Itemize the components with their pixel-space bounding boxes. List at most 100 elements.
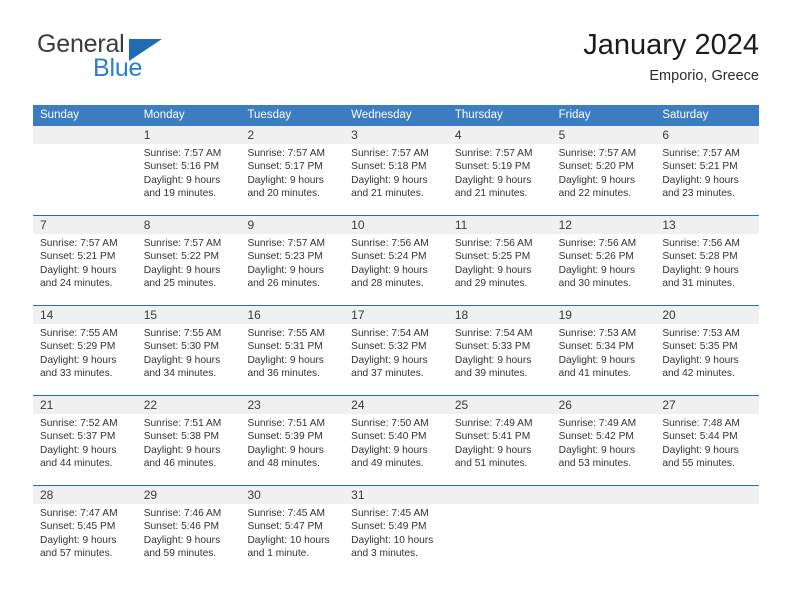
day-number: 19: [551, 306, 656, 324]
calendar-day-cell[interactable]: 31 Sunrise: 7:45 AM Sunset: 5:49 PM Dayligh…: [344, 486, 448, 575]
calendar-day-cell[interactable]: 19 Sunrise: 7:53 AM Sunset: 5:34 PM Dayligh…: [551, 306, 656, 395]
daylight-text-line2: and 21 minutes.: [454, 187, 528, 199]
day-number: [551, 486, 656, 504]
calendar-day-cell[interactable]: 18 Sunrise: 7:54 AM Sunset: 5:33 PM Dayligh…: [447, 306, 552, 395]
sunset-text: Sunset: 5:34 PM: [558, 341, 634, 353]
calendar-day-cell[interactable]: 25 Sunrise: 7:49 AM Sunset: 5:41 PM Dayligh…: [447, 396, 552, 485]
day-details: Sunrise: 7:57 AM Sunset: 5:16 PM Daylight:…: [137, 144, 241, 200]
day-number: 9: [240, 216, 345, 234]
day-details: Sunrise: 7:53 AM Sunset: 5:35 PM Daylight:…: [655, 324, 759, 380]
calendar-week-cells: 21 Sunrise: 7:52 AM Sunset: 5:37 PM Dayligh…: [33, 396, 760, 485]
sunrise-text: Sunrise: 7:56 AM: [558, 238, 637, 249]
calendar-day-cell[interactable]: 22 Sunrise: 7:51 AM Sunset: 5:38 PM Dayligh…: [136, 396, 241, 485]
day-number: [655, 486, 760, 504]
calendar-day-cell[interactable]: 3 Sunrise: 7:57 AM Sunset: 5:18 PM Daylight…: [344, 126, 448, 215]
daylight-text-line1: Daylight: 9 hours: [558, 174, 636, 186]
calendar-day-cell[interactable]: 14 Sunrise: 7:55 AM Sunset: 5:29 PM Dayligh…: [33, 306, 137, 395]
daylight-text-line1: Daylight: 9 hours: [662, 444, 739, 456]
sunset-text: Sunset: 5:21 PM: [40, 251, 116, 263]
calendar-page: General Blue January 2024 Emporio, Greec…: [0, 0, 792, 612]
calendar-day-cell[interactable]: 23 Sunrise: 7:51 AM Sunset: 5:39 PM Dayligh…: [240, 396, 345, 485]
sunrise-text: Sunrise: 7:57 AM: [40, 238, 118, 249]
calendar-weeks: 1 Sunrise: 7:57 AM Sunset: 5:16 PM Daylight…: [33, 126, 760, 575]
daylight-text-line1: Daylight: 9 hours: [558, 264, 636, 276]
day-details: Sunrise: 7:50 AM Sunset: 5:40 PM Daylight:…: [344, 414, 448, 470]
daylight-text-line2: and 48 minutes.: [247, 457, 320, 469]
calendar-day-cell[interactable]: 29 Sunrise: 7:46 AM Sunset: 5:46 PM Dayligh…: [136, 486, 241, 575]
calendar-day-cell[interactable]: 4 Sunrise: 7:57 AM Sunset: 5:19 PM Daylight…: [447, 126, 552, 215]
sunset-text: Sunset: 5:18 PM: [351, 161, 427, 173]
daylight-text-line2: and 20 minutes.: [247, 187, 320, 199]
calendar-week-cells: 1 Sunrise: 7:57 AM Sunset: 5:16 PM Daylight…: [33, 126, 760, 215]
calendar-day-cell[interactable]: 26 Sunrise: 7:49 AM Sunset: 5:42 PM Dayligh…: [551, 396, 656, 485]
sunrise-text: Sunrise: 7:45 AM: [247, 508, 326, 519]
daylight-text-line2: and 42 minutes.: [662, 367, 735, 379]
day-number: 25: [447, 396, 552, 414]
day-details: Sunrise: 7:49 AM Sunset: 5:42 PM Daylight:…: [552, 414, 656, 470]
sunrise-text: Sunrise: 7:54 AM: [351, 328, 429, 339]
calendar-day-cell[interactable]: 8 Sunrise: 7:57 AM Sunset: 5:22 PM Daylight…: [136, 216, 241, 305]
daylight-text-line1: Daylight: 9 hours: [247, 174, 324, 186]
daylight-text-line1: Daylight: 9 hours: [662, 264, 739, 276]
day-number: 24: [344, 396, 448, 414]
calendar-day-cell-empty: [33, 126, 137, 215]
daylight-text-line1: Daylight: 9 hours: [558, 354, 636, 366]
sunset-text: Sunset: 5:22 PM: [143, 251, 220, 263]
day-number: 7: [33, 216, 137, 234]
sunrise-text: Sunrise: 7:57 AM: [247, 148, 326, 159]
weekday-header-friday: Friday: [558, 109, 591, 121]
calendar-day-cell[interactable]: 10 Sunrise: 7:56 AM Sunset: 5:24 PM Dayligh…: [344, 216, 448, 305]
sunset-text: Sunset: 5:30 PM: [143, 341, 220, 353]
calendar-day-cell[interactable]: 17 Sunrise: 7:54 AM Sunset: 5:32 PM Dayligh…: [344, 306, 448, 395]
sunset-text: Sunset: 5:17 PM: [247, 161, 323, 173]
daylight-text-line1: Daylight: 9 hours: [143, 264, 221, 276]
sunrise-text: Sunrise: 7:49 AM: [454, 418, 533, 429]
sunset-text: Sunset: 5:24 PM: [351, 251, 427, 263]
sunrise-text: Sunrise: 7:50 AM: [351, 418, 429, 429]
calendar-grid: Sunday Monday Tuesday Wednesday Thursday Frid…: [33, 105, 760, 575]
sunrise-text: Sunrise: 7:55 AM: [247, 328, 326, 339]
calendar-day-cell[interactable]: 6 Sunrise: 7:57 AM Sunset: 5:21 PM Daylight…: [655, 126, 760, 215]
weekday-header-row: Sunday Monday Tuesday Wednesday Thursday Frid…: [33, 105, 759, 126]
sunset-text: Sunset: 5:38 PM: [143, 431, 220, 443]
calendar-day-cell[interactable]: 9 Sunrise: 7:57 AM Sunset: 5:23 PM Daylight…: [240, 216, 345, 305]
sunrise-text: Sunrise: 7:45 AM: [351, 508, 429, 519]
daylight-text-line2: and 34 minutes.: [143, 367, 217, 379]
calendar-day-cell[interactable]: 5 Sunrise: 7:57 AM Sunset: 5:20 PM Daylight…: [551, 126, 656, 215]
day-number: [33, 126, 137, 144]
day-details: Sunrise: 7:49 AM Sunset: 5:41 PM Daylight:…: [448, 414, 552, 470]
day-number: 30: [240, 486, 345, 504]
calendar-day-cell[interactable]: 27 Sunrise: 7:48 AM Sunset: 5:44 PM Dayligh…: [655, 396, 760, 485]
general-blue-logo[interactable]: General Blue: [33, 28, 263, 88]
calendar-day-cell[interactable]: 11 Sunrise: 7:56 AM Sunset: 5:25 PM Dayligh…: [447, 216, 552, 305]
day-number: 18: [447, 306, 552, 324]
day-details: Sunrise: 7:57 AM Sunset: 5:23 PM Daylight:…: [240, 234, 344, 290]
daylight-text-line2: and 53 minutes.: [558, 457, 632, 469]
calendar-week-cells: 28 Sunrise: 7:47 AM Sunset: 5:45 PM Dayligh…: [33, 486, 760, 575]
day-number: 21: [33, 396, 137, 414]
calendar-day-cell[interactable]: 30 Sunrise: 7:45 AM Sunset: 5:47 PM Dayligh…: [240, 486, 345, 575]
calendar-day-cell[interactable]: 15 Sunrise: 7:55 AM Sunset: 5:30 PM Dayligh…: [136, 306, 241, 395]
day-details: Sunrise: 7:57 AM Sunset: 5:21 PM Daylight:…: [33, 234, 137, 290]
day-details: Sunrise: 7:57 AM Sunset: 5:17 PM Daylight:…: [240, 144, 344, 200]
daylight-text-line1: Daylight: 9 hours: [143, 174, 221, 186]
calendar-day-cell[interactable]: 2 Sunrise: 7:57 AM Sunset: 5:17 PM Daylight…: [240, 126, 345, 215]
calendar-day-cell[interactable]: 24 Sunrise: 7:50 AM Sunset: 5:40 PM Dayligh…: [344, 396, 448, 485]
daylight-text-line2: and 19 minutes.: [143, 187, 217, 199]
day-number: 12: [551, 216, 656, 234]
day-number: 1: [136, 126, 241, 144]
day-details: Sunrise: 7:46 AM Sunset: 5:46 PM Daylight:…: [137, 504, 241, 560]
daylight-text-line2: and 46 minutes.: [143, 457, 217, 469]
calendar-day-cell[interactable]: 16 Sunrise: 7:55 AM Sunset: 5:31 PM Dayligh…: [240, 306, 345, 395]
calendar-day-cell[interactable]: 7 Sunrise: 7:57 AM Sunset: 5:21 PM Daylight…: [33, 216, 137, 305]
calendar-day-cell[interactable]: 21 Sunrise: 7:52 AM Sunset: 5:37 PM Dayligh…: [33, 396, 137, 485]
calendar-day-cell[interactable]: 28 Sunrise: 7:47 AM Sunset: 5:45 PM Dayligh…: [33, 486, 137, 575]
calendar-day-cell[interactable]: 1 Sunrise: 7:57 AM Sunset: 5:16 PM Daylight…: [136, 126, 241, 215]
daylight-text-line1: Daylight: 10 hours: [247, 534, 330, 546]
sunset-text: Sunset: 5:44 PM: [662, 431, 738, 443]
calendar-day-cell[interactable]: 20 Sunrise: 7:53 AM Sunset: 5:35 PM Dayligh…: [655, 306, 760, 395]
daylight-text-line2: and 29 minutes.: [454, 277, 528, 289]
calendar-day-cell[interactable]: 12 Sunrise: 7:56 AM Sunset: 5:26 PM Dayligh…: [551, 216, 656, 305]
calendar-week-row: 14 Sunrise: 7:55 AM Sunset: 5:29 PM Dayligh…: [33, 305, 760, 395]
calendar-day-cell[interactable]: 13 Sunrise: 7:56 AM Sunset: 5:28 PM Dayligh…: [655, 216, 760, 305]
